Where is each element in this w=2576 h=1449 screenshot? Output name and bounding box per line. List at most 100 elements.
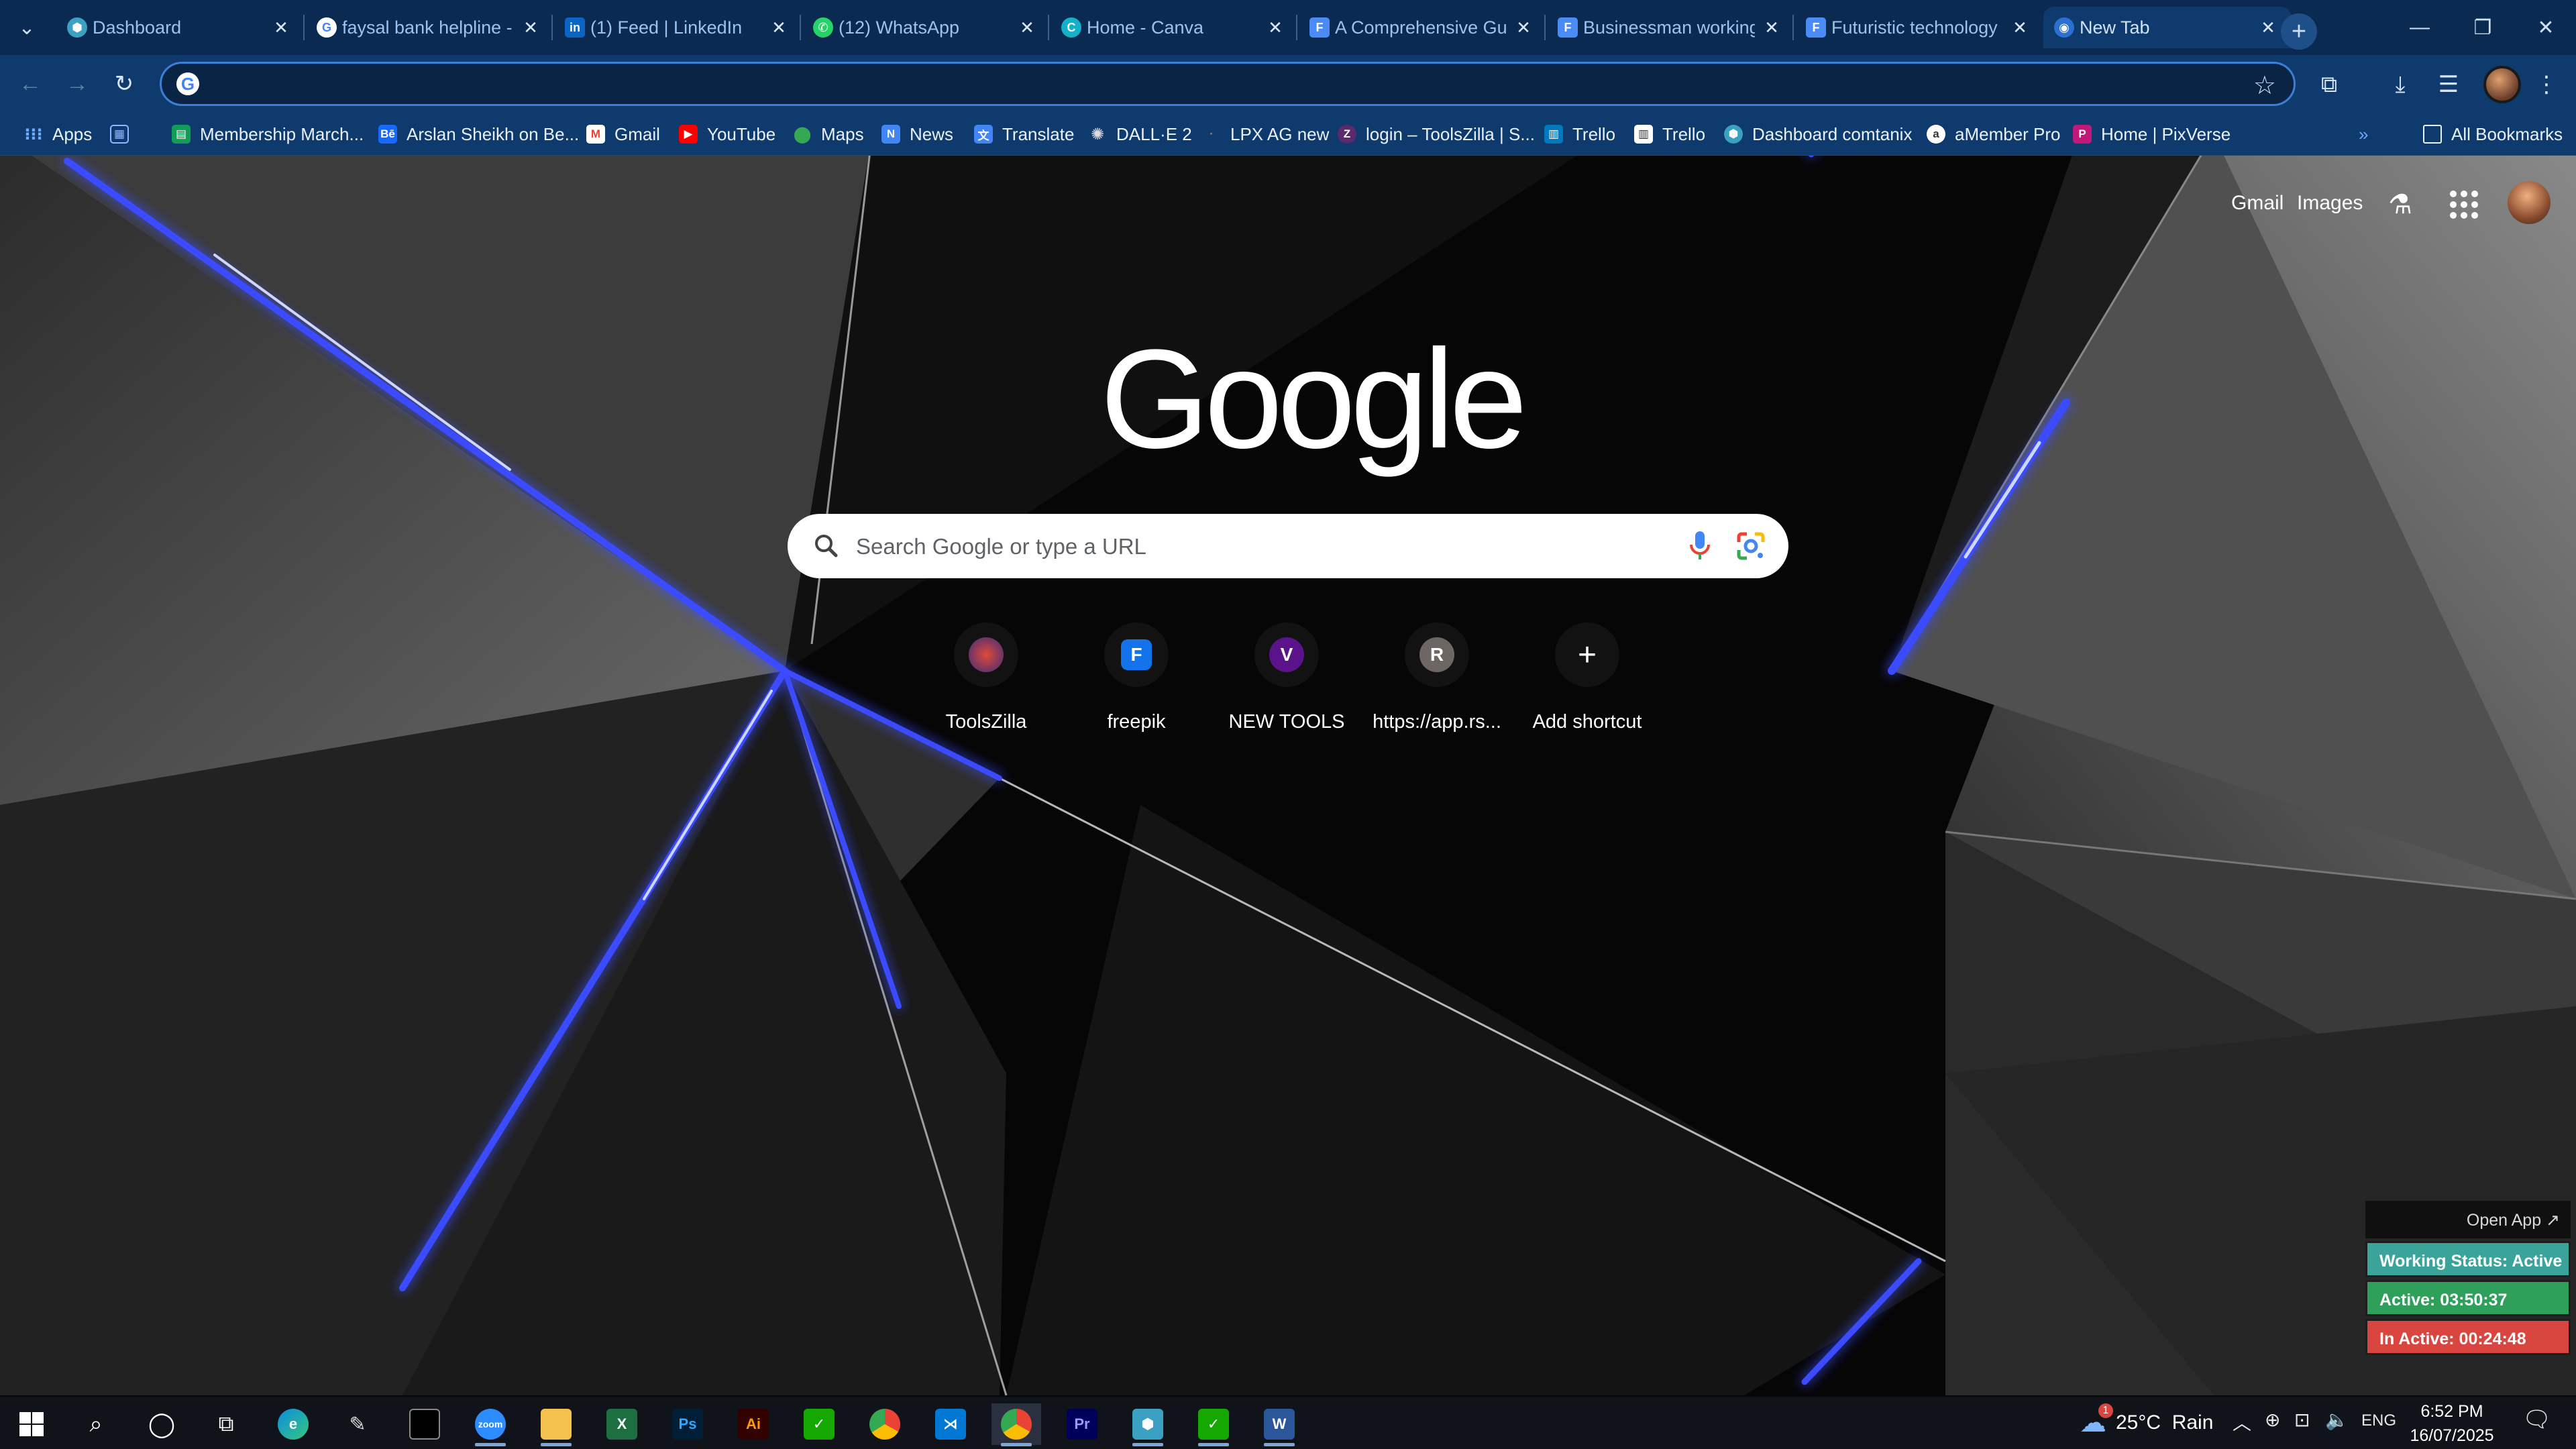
tab-canva[interactable]: C Home - Canva ✕ — [1051, 7, 1299, 48]
taskbar-dashboard-app[interactable]: ⬢ — [1123, 1403, 1173, 1446]
back-button[interactable]: ← — [13, 67, 47, 101]
restore-button[interactable]: ❐ — [2453, 0, 2513, 55]
close-icon[interactable]: ✕ — [1762, 17, 1782, 38]
bookmark-news[interactable]: N News — [881, 119, 953, 149]
account-avatar[interactable] — [2508, 181, 2551, 224]
open-app-button[interactable]: Open App ↗ — [2365, 1201, 2571, 1238]
bookmark-membership[interactable]: ▤ Membership March... — [172, 119, 364, 149]
reading-list-icon[interactable]: ☰ — [2431, 67, 2466, 102]
bookmark-tab-groups[interactable]: ▦ — [110, 119, 138, 149]
mic-icon[interactable] — [1686, 527, 1713, 565]
tab-whatsapp[interactable]: ✆ (12) WhatsApp ✕ — [802, 7, 1051, 48]
close-icon[interactable]: ✕ — [2010, 17, 2030, 38]
taskbar-illustrator[interactable]: Ai — [729, 1403, 778, 1445]
taskbar-photoshop[interactable]: Ps — [663, 1403, 712, 1445]
gmail-link[interactable]: Gmail — [2231, 192, 2284, 215]
minimize-button[interactable]: — — [2390, 0, 2450, 55]
bookmark-gmail[interactable]: M Gmail — [586, 119, 660, 149]
bookmark-dashboard-comtanix[interactable]: ⬢ Dashboard comtanix — [1724, 119, 1912, 149]
bookmark-trello-2[interactable]: ▥ Trello — [1634, 119, 1705, 149]
tab-search-button[interactable]: ⌄ — [5, 6, 48, 49]
shortcut-toolszilla[interactable]: ToolsZilla — [919, 623, 1053, 743]
bookmark-lpx[interactable]: · LPX AG new — [1202, 119, 1329, 149]
bookmark-dalle[interactable]: ✺ DALL·E 2 — [1088, 119, 1192, 149]
taskbar-edge[interactable]: e — [268, 1403, 318, 1445]
bookmark-label: Trello — [1572, 123, 1616, 144]
bookmark-amember[interactable]: a aMember Pro — [1927, 119, 2061, 149]
reload-button[interactable]: ↻ — [107, 67, 141, 101]
tab-title: (1) Feed | LinkedIn — [590, 17, 743, 38]
task-view-button[interactable]: ⧉ — [201, 1403, 251, 1445]
tab-businessman[interactable]: F Businessman working ✕ — [1547, 7, 1795, 48]
download-icon[interactable]: ⤓ — [2383, 67, 2418, 102]
language-indicator[interactable]: ENG — [2361, 1411, 2396, 1430]
shortcut-app-rs[interactable]: R https://app.rs... — [1370, 623, 1504, 743]
profile-avatar[interactable] — [2483, 66, 2521, 103]
tab-futuristic[interactable]: F Futuristic technology ✕ — [1795, 7, 2043, 48]
bookmark-apps[interactable]: ⁝⁝⁝ Apps — [24, 119, 92, 149]
new-tab-button[interactable]: + — [2281, 13, 2317, 50]
taskbar-search-button[interactable]: ⌕ — [71, 1403, 121, 1445]
system-clock[interactable]: 6:52 PM 16/07/2025 — [2402, 1399, 2502, 1448]
bookmark-toolszilla[interactable]: Z login – ToolsZilla | S... — [1338, 119, 1535, 149]
labs-flask-icon[interactable]: ⚗ — [2388, 189, 2412, 220]
bookmark-trello-1[interactable]: ▥ Trello — [1544, 119, 1615, 149]
bookmark-pixverse[interactable]: P Home | PixVerse — [2073, 119, 2231, 149]
network-icon[interactable]: ⊡ — [2294, 1409, 2310, 1431]
tab-linkedin[interactable]: in (1) Feed | LinkedIn ✕ — [554, 7, 802, 48]
volume-icon[interactable]: 🔈 — [2325, 1409, 2349, 1431]
google-apps-icon[interactable] — [2447, 188, 2481, 221]
close-icon[interactable]: ✕ — [271, 17, 291, 38]
tab-dashboard[interactable]: ⬢ Dashboard ✕ — [56, 7, 305, 48]
tab-comprehensive-guide[interactable]: F A Comprehensive Gu ✕ — [1299, 7, 1547, 48]
taskbar-chrome-active[interactable] — [991, 1403, 1041, 1446]
show-hidden-icons-icon[interactable]: ︿ — [2233, 1409, 2251, 1436]
bookmarks-overflow-button[interactable]: » — [2359, 119, 2368, 149]
bookmark-youtube[interactable]: ▶ YouTube — [679, 119, 775, 149]
taskbar-premiere[interactable]: Pr — [1057, 1403, 1107, 1445]
cortana-button[interactable]: ◯ — [137, 1403, 186, 1445]
bookmark-star-icon[interactable]: ☆ — [2253, 70, 2276, 101]
taskbar-upwork-2[interactable]: ✓ — [1189, 1403, 1238, 1446]
images-link[interactable]: Images — [2297, 192, 2363, 215]
bookmark-translate[interactable]: 文 Translate — [974, 119, 1074, 149]
taskbar-upwork[interactable]: ✓ — [794, 1403, 844, 1445]
all-bookmarks-button[interactable]: All Bookmarks — [2423, 119, 2563, 149]
shortcut-add[interactable]: + Add shortcut — [1520, 623, 1654, 743]
dashboard-hex-icon: ⬢ — [67, 17, 87, 38]
taskbar-vscode[interactable]: ⋊ — [926, 1403, 975, 1445]
shortcut-freepik[interactable]: F freepik — [1069, 623, 1203, 743]
close-icon[interactable]: ✕ — [1513, 17, 1534, 38]
address-bar[interactable]: G ☆ — [160, 62, 2296, 106]
omnibox-input[interactable] — [213, 72, 2294, 95]
google-icon: G — [317, 17, 337, 38]
taskbar-terminal[interactable] — [400, 1403, 449, 1445]
tab-new-tab[interactable]: ◉ New Tab ✕ — [2043, 7, 2292, 48]
ntp-search-box[interactable]: Search Google or type a URL — [788, 514, 1788, 578]
shortcut-new-tools[interactable]: V NEW TOOLS — [1220, 623, 1354, 743]
close-icon[interactable]: ✕ — [2258, 17, 2278, 38]
close-window-button[interactable]: ✕ — [2516, 0, 2576, 55]
close-icon[interactable]: ✕ — [1265, 17, 1285, 38]
extensions-icon[interactable]: ⧉ — [2312, 67, 2347, 102]
taskbar-excel[interactable]: X — [597, 1403, 647, 1445]
taskbar-word[interactable]: W — [1254, 1403, 1304, 1446]
start-button[interactable] — [7, 1403, 56, 1445]
tab-title: Dashboard — [93, 17, 182, 38]
close-icon[interactable]: ✕ — [1017, 17, 1037, 38]
taskbar-zoom[interactable]: zoom — [466, 1403, 515, 1446]
google-lens-icon[interactable] — [1733, 529, 1768, 564]
more-menu-icon[interactable]: ⋮ — [2529, 67, 2564, 102]
close-icon[interactable]: ✕ — [521, 17, 541, 38]
notification-center-icon[interactable]: 🗨 — [2522, 1406, 2551, 1433]
taskbar-file-explorer[interactable] — [531, 1403, 581, 1446]
forward-button[interactable]: → — [60, 67, 94, 101]
taskbar-pen[interactable]: ✎ — [333, 1403, 382, 1445]
taskbar-chrome[interactable] — [860, 1403, 910, 1445]
bookmark-behance[interactable]: Bē Arslan Sheikh on Be... — [378, 119, 579, 149]
meet-now-icon[interactable]: ⊕ — [2265, 1409, 2280, 1431]
tab-faysal-bank[interactable]: G faysal bank helpline - ✕ — [306, 7, 554, 48]
close-icon[interactable]: ✕ — [769, 17, 789, 38]
bookmark-maps[interactable]: ⬤ Maps — [793, 119, 864, 149]
weather-widget[interactable]: ☁ 1 25°C Rain — [2080, 1403, 2213, 1438]
